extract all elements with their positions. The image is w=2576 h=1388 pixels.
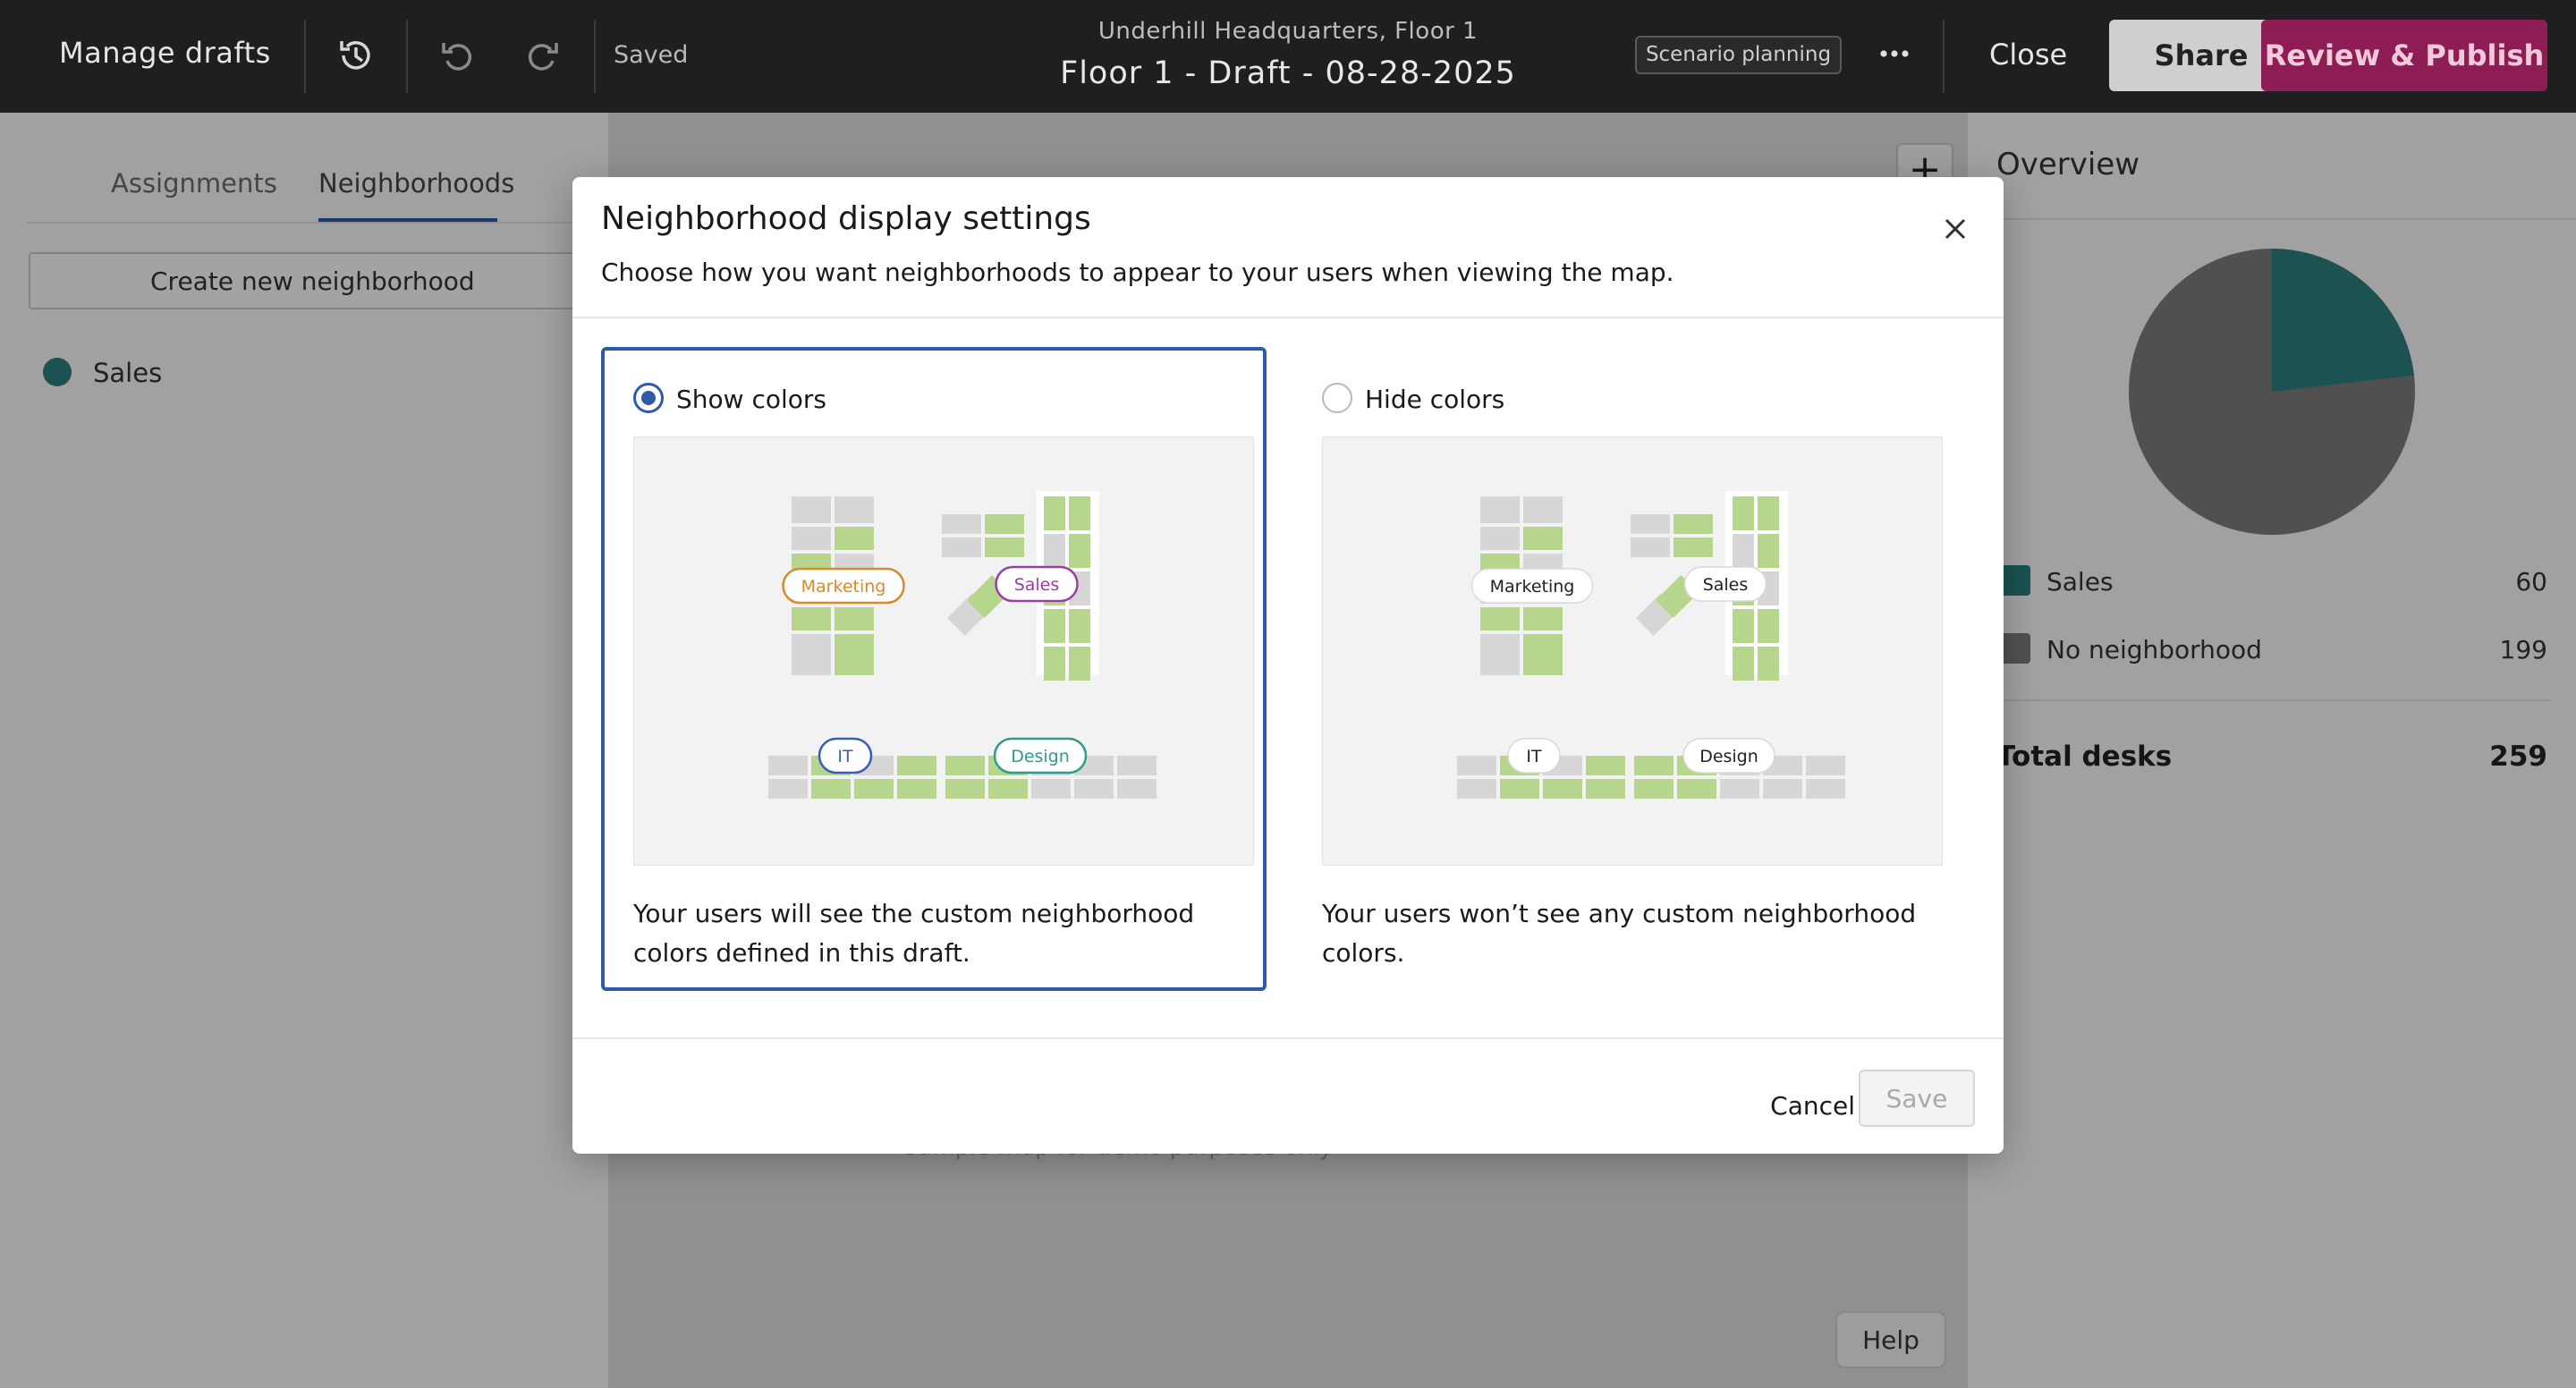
dialog-subtitle: Choose how you want neighborhoods to app…: [601, 258, 1674, 287]
show-colors-preview: Marketing Sales IT Design: [633, 436, 1254, 866]
neighborhood-tag: Design: [1682, 738, 1775, 774]
show-colors-description: Your users will see the custom neighborh…: [633, 899, 1195, 968]
svg-text:Marketing: Marketing: [801, 577, 886, 597]
neighborhood-tag: Marketing: [1470, 568, 1594, 604]
hide-colors-preview: Marketing Sales IT Design: [1322, 436, 1943, 866]
show-colors-label: Show colors: [676, 385, 826, 414]
cancel-button[interactable]: Cancel: [1721, 1077, 1855, 1134]
scenario-badge: Scenario planning: [1635, 36, 1842, 74]
svg-text:Marketing: Marketing: [1490, 577, 1575, 597]
svg-text:Design: Design: [1699, 747, 1758, 766]
show-colors-option[interactable]: Show colors Marketing Sales IT Design Your …: [601, 347, 1267, 991]
neighborhood-tag: Sales: [995, 565, 1079, 603]
close-icon[interactable]: [1937, 211, 1973, 247]
hide-colors-radio[interactable]: [1322, 383, 1352, 413]
svg-text:IT: IT: [837, 747, 853, 766]
divider: [572, 1037, 2004, 1039]
dialog-title: Neighborhood display settings: [601, 200, 1091, 237]
neighborhood-tag: IT: [818, 737, 873, 774]
hide-colors-description: Your users won’t see any custom neighbor…: [1322, 899, 1917, 968]
hide-colors-option[interactable]: Hide colors Marketing Sales IT Design Your …: [1290, 347, 1955, 991]
close-link[interactable]: Close: [1989, 38, 2067, 72]
neighborhood-tag: IT: [1507, 738, 1561, 774]
show-colors-radio[interactable]: [633, 383, 664, 413]
neighborhood-tag: Marketing: [782, 567, 905, 605]
svg-text:Sales: Sales: [1703, 575, 1749, 595]
svg-text:IT: IT: [1526, 747, 1542, 766]
more-icon[interactable]: [1877, 36, 1912, 72]
svg-text:Sales: Sales: [1014, 575, 1060, 595]
save-button[interactable]: Save: [1859, 1070, 1975, 1127]
divider: [572, 317, 2004, 318]
neighborhood-tag: Sales: [1683, 566, 1767, 602]
hide-colors-label: Hide colors: [1365, 385, 1505, 414]
neighborhood-tag: Design: [993, 737, 1088, 774]
display-settings-dialog: Neighborhood display settings Choose how…: [572, 177, 2004, 1154]
divider: [1943, 20, 1945, 93]
review-publish-button[interactable]: Review & Publish: [2261, 20, 2547, 91]
svg-text:Design: Design: [1011, 747, 1070, 766]
top-bar: Manage drafts Saved Underhill Headquarte…: [0, 0, 2576, 113]
